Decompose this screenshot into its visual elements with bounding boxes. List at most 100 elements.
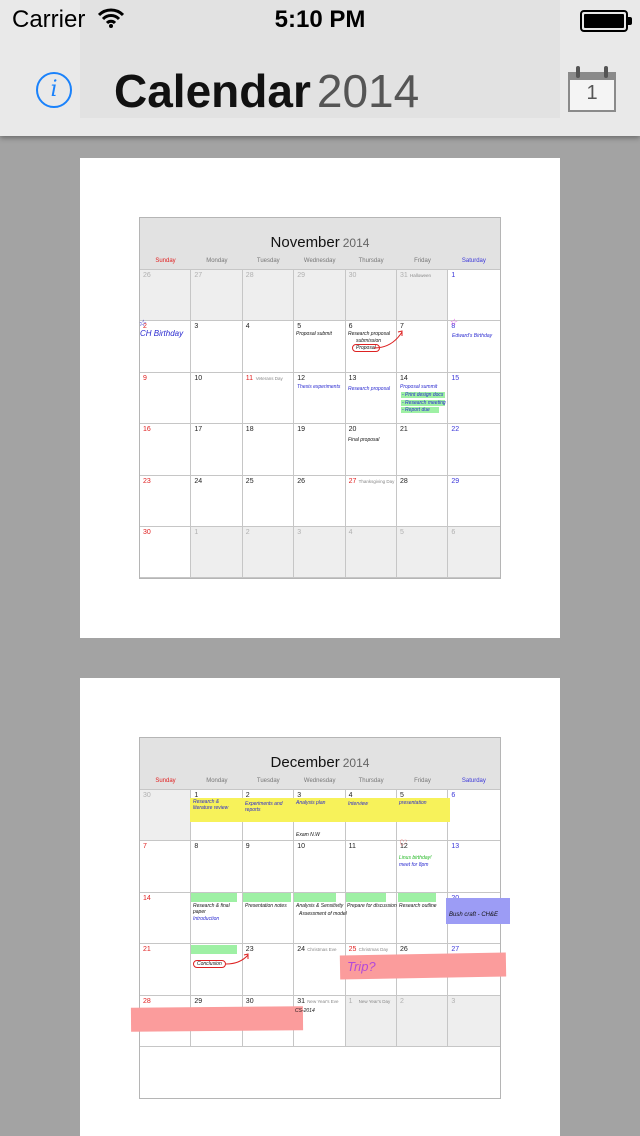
- day-number: 27: [348, 477, 357, 485]
- day-cell[interactable]: 5: [397, 527, 449, 579]
- day-cell[interactable]: 28: [242, 270, 295, 322]
- day-cell[interactable]: 2: [242, 527, 295, 579]
- day-cell[interactable]: 24 Christmas Eve: [294, 944, 346, 996]
- day-number: 9: [143, 374, 147, 382]
- day-cell[interactable]: 17: [191, 424, 243, 476]
- day-cell[interactable]: 16: [140, 424, 192, 476]
- day-cell[interactable]: 5: [294, 321, 346, 373]
- day-number: 3: [297, 529, 302, 536]
- day-cell[interactable]: 30: [345, 270, 397, 322]
- day-number: 7: [143, 843, 147, 851]
- day-number: 26: [297, 477, 305, 485]
- day-cell[interactable]: 9: [242, 841, 295, 893]
- weekday-label: Thursday: [358, 778, 384, 784]
- day-number: 16: [143, 426, 151, 434]
- day-cell[interactable]: 27 Thanksgiving Day: [345, 475, 397, 527]
- weekday-label: Monday: [206, 778, 228, 784]
- note-text: CH Birthday: [140, 329, 184, 338]
- month-page-november[interactable]: November 2014 Sunday Monday Tuesday Wednesda…: [80, 158, 560, 638]
- day-number: 1: [348, 997, 353, 1005]
- day-number: 13: [348, 374, 357, 382]
- day-number: 29: [194, 997, 203, 1005]
- day-cell[interactable]: 29: [294, 270, 346, 322]
- day-cell[interactable]: 4: [242, 321, 295, 373]
- day-cell[interactable]: 28: [397, 475, 449, 527]
- day-number: 6: [451, 529, 456, 536]
- day-cell[interactable]: 15: [448, 373, 500, 425]
- status-bar: Carrier 5:10 PM: [0, 0, 640, 40]
- day-cell[interactable]: 14: [140, 892, 192, 945]
- star-icon: ☆: [449, 317, 458, 327]
- day-cell[interactable]: 21: [397, 424, 449, 476]
- weekday-label: Friday: [414, 258, 431, 264]
- calendar-ring-icon: [604, 66, 608, 78]
- day-cell[interactable]: 21: [140, 944, 192, 996]
- day-cell[interactable]: 13: [345, 372, 397, 425]
- note-text: Linus birthday!: [399, 855, 432, 861]
- note-text: CS-2014: [295, 1008, 315, 1014]
- day-number: 14: [143, 894, 151, 902]
- day-cell[interactable]: 8: [191, 841, 243, 893]
- day-number: 12: [297, 374, 305, 382]
- navigation-bar: Carrier 5:10 PM i Calendar 2014 1: [0, 0, 640, 136]
- month-name: November: [270, 234, 340, 251]
- day-cell[interactable]: 11: [345, 841, 397, 893]
- arrow-icon: [225, 953, 249, 965]
- day-cell[interactable]: 3: [448, 995, 500, 1047]
- highlight-green: [243, 893, 291, 902]
- day-cell[interactable]: 26: [140, 270, 192, 322]
- note-text: Research & literature review: [193, 799, 229, 811]
- day-number: 31: [297, 997, 305, 1005]
- day-cell[interactable]: 1: [191, 527, 243, 579]
- today-button[interactable]: 1: [568, 66, 616, 112]
- day-cell[interactable]: 25: [242, 475, 295, 527]
- day-cell[interactable]: 6: [448, 790, 500, 842]
- day-cell[interactable]: 2: [397, 995, 449, 1047]
- day-cell[interactable]: 3: [294, 527, 346, 579]
- day-cell[interactable]: 19: [294, 424, 346, 476]
- info-button[interactable]: i: [36, 72, 72, 108]
- month-title: December 2014: [140, 754, 500, 771]
- day-number: 6: [451, 792, 456, 799]
- weekday-label: Tuesday: [256, 258, 280, 264]
- day-cell[interactable]: 24: [191, 475, 243, 527]
- day-cell[interactable]: 9: [140, 372, 192, 425]
- day-cell[interactable]: 22: [448, 424, 500, 476]
- day-number: 29: [297, 272, 305, 279]
- day-cell[interactable]: 31 Halloween: [397, 270, 449, 322]
- day-cell[interactable]: 3: [191, 321, 243, 373]
- day-cell[interactable]: 26: [294, 475, 346, 527]
- note-text: Bush craft - CH&E: [449, 912, 499, 918]
- day-cell[interactable]: 29: [448, 476, 500, 527]
- holiday-label: Veterans Day: [255, 375, 283, 381]
- day-cell[interactable]: 1 New Year's Day: [345, 995, 397, 1047]
- day-cell[interactable]: 6: [448, 527, 500, 579]
- note-text: - Research meeting: [402, 400, 446, 406]
- highlight-green: [398, 893, 436, 902]
- day-cell[interactable]: 4: [345, 527, 397, 579]
- day-cell[interactable]: 13: [448, 841, 500, 893]
- day-cell[interactable]: 8: [448, 321, 500, 373]
- highlight-green: [294, 893, 336, 902]
- day-cell[interactable]: 23: [140, 475, 192, 527]
- day-cell[interactable]: 20: [345, 424, 397, 476]
- day-cell[interactable]: 30: [140, 790, 192, 842]
- day-cell[interactable]: 11 Veterans Day: [242, 372, 295, 425]
- day-cell[interactable]: 18: [242, 424, 295, 476]
- day-cell[interactable]: 10: [294, 841, 346, 893]
- day-cell[interactable]: 12: [294, 372, 346, 425]
- day-cell[interactable]: 7: [140, 841, 192, 893]
- day-number: 24: [297, 946, 305, 954]
- day-cell[interactable]: 30: [140, 527, 192, 579]
- day-cell[interactable]: 14: [397, 372, 449, 425]
- day-number: 6: [348, 323, 353, 331]
- note-text: Interview: [348, 801, 369, 807]
- day-cell[interactable]: 27: [191, 270, 243, 322]
- day-cell[interactable]: 1: [448, 270, 500, 322]
- day-cell[interactable]: 10: [191, 372, 243, 425]
- month-header: December 2014 Sunday Monday Tuesday Wednesda…: [140, 738, 500, 790]
- day-number: 1: [194, 529, 199, 536]
- day-number: 21: [400, 426, 408, 434]
- day-number: 30: [143, 792, 151, 799]
- weekday-label: Monday: [206, 258, 228, 264]
